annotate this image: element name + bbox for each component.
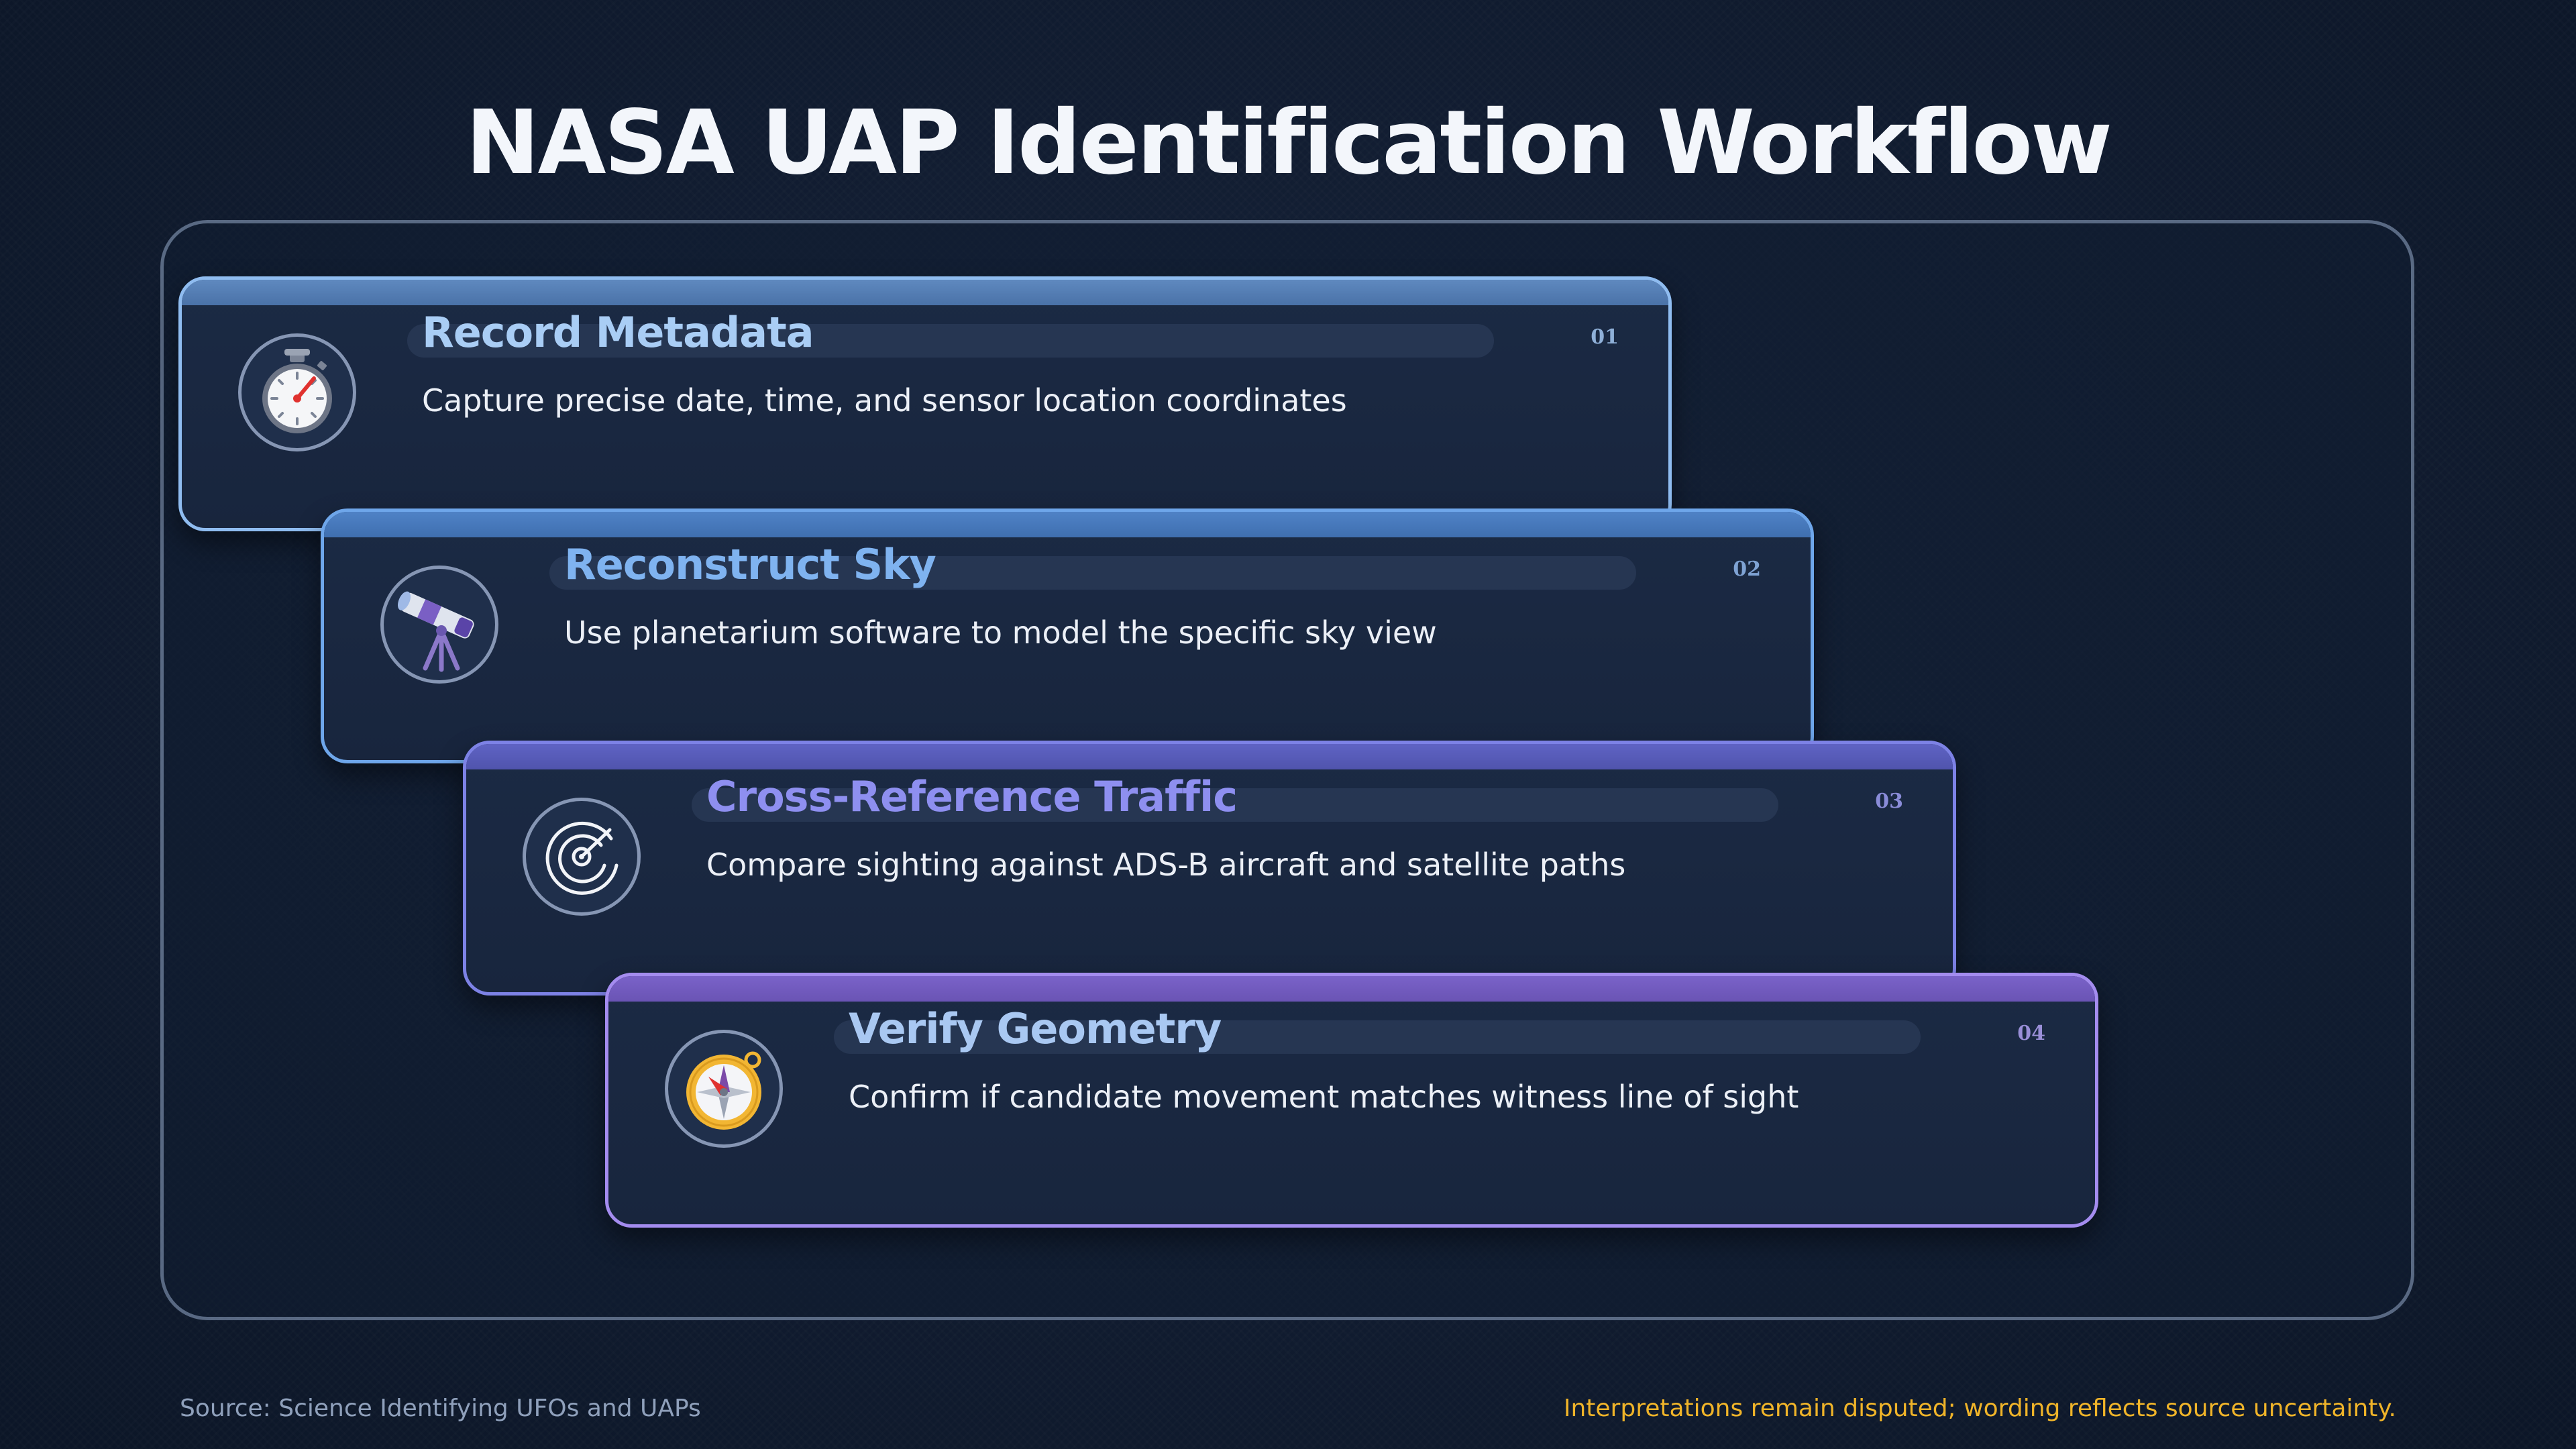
step-number: 01 <box>1591 325 1619 349</box>
step-card-topbar <box>466 744 1953 769</box>
step-card-topbar <box>608 976 2095 1002</box>
page-title: NASA UAP Identification Workflow <box>466 91 2112 195</box>
compass-icon <box>686 1051 761 1130</box>
uncertainty-note: Interpretations remain disputed; wording… <box>1563 1395 2396 1422</box>
step-description: Capture precise date, time, and sensor l… <box>422 382 1347 419</box>
step-description: Use planetarium software to model the sp… <box>564 614 1437 651</box>
telescope-icon <box>398 591 474 672</box>
source-caption: Source: Science Identifying UFOs and UAP… <box>180 1395 701 1422</box>
step-card-reconstruct-sky: Reconstruct Sky 02 Use planetarium softw… <box>321 508 1814 763</box>
step-name: Cross-Reference Traffic <box>706 772 1238 821</box>
step-name: Record Metadata <box>422 308 814 357</box>
stopwatch-icon <box>262 349 332 433</box>
step-card-topbar <box>182 280 1668 305</box>
step-icon-badge <box>523 798 641 916</box>
step-icon-badge <box>665 1030 783 1148</box>
slide: NASA UAP Identification Workflow Record … <box>0 0 2576 1449</box>
step-number: 04 <box>2017 1022 2045 1045</box>
step-card-verify-geometry: Verify Geometry 04 Confirm if candidate … <box>605 973 2098 1228</box>
step-name: Reconstruct Sky <box>564 540 936 589</box>
step-card-cross-reference-traffic: Cross-Reference Traffic 03 Compare sight… <box>463 741 1956 996</box>
step-card-topbar <box>324 512 1811 537</box>
radar-icon <box>545 821 619 895</box>
step-card-record-metadata: Record Metadata 01 Capture precise date,… <box>178 276 1672 531</box>
step-description: Compare sighting against ADS-B aircraft … <box>706 847 1626 883</box>
step-icon-badge <box>380 566 498 684</box>
step-number: 02 <box>1733 557 1761 581</box>
step-icon-badge <box>238 333 356 451</box>
step-name: Verify Geometry <box>849 1004 1222 1053</box>
step-description: Confirm if candidate movement matches wi… <box>849 1079 1799 1115</box>
step-number: 03 <box>1875 790 1903 813</box>
